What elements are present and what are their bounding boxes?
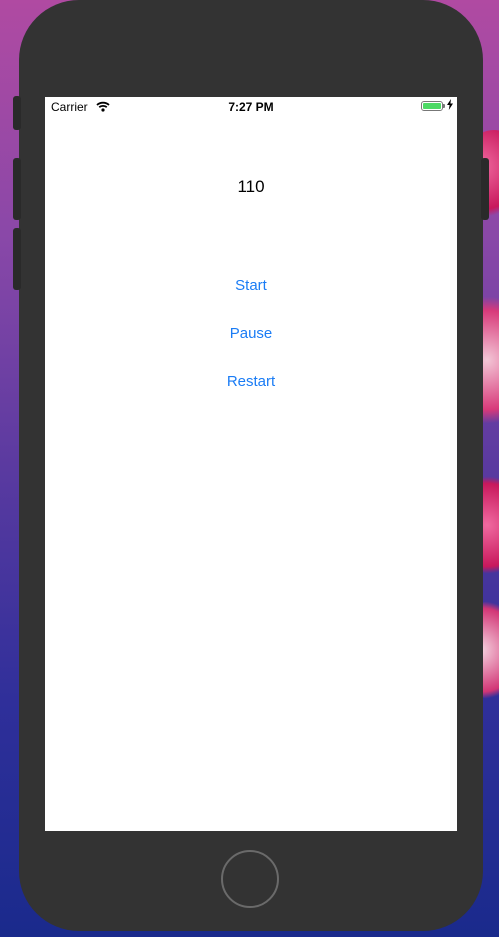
volume-down-button[interactable] [13, 228, 21, 290]
volume-up-button[interactable] [13, 158, 21, 220]
battery-level-fill [423, 103, 441, 109]
home-button[interactable] [221, 850, 279, 908]
restart-button[interactable]: Restart [201, 366, 301, 396]
mute-switch[interactable] [13, 96, 21, 130]
phone-screen: Carrier 7:27 PM 110 Start Pause Restart [45, 97, 457, 831]
status-bar: Carrier 7:27 PM [45, 97, 457, 117]
charging-bolt-icon [447, 99, 453, 113]
counter-label: 110 [237, 177, 265, 196]
pause-button[interactable]: Pause [201, 318, 301, 348]
battery-tip [443, 104, 445, 108]
status-time: 7:27 PM [228, 100, 274, 114]
start-button[interactable]: Start [201, 270, 301, 300]
battery-icon [421, 101, 443, 111]
power-button[interactable] [481, 158, 489, 220]
